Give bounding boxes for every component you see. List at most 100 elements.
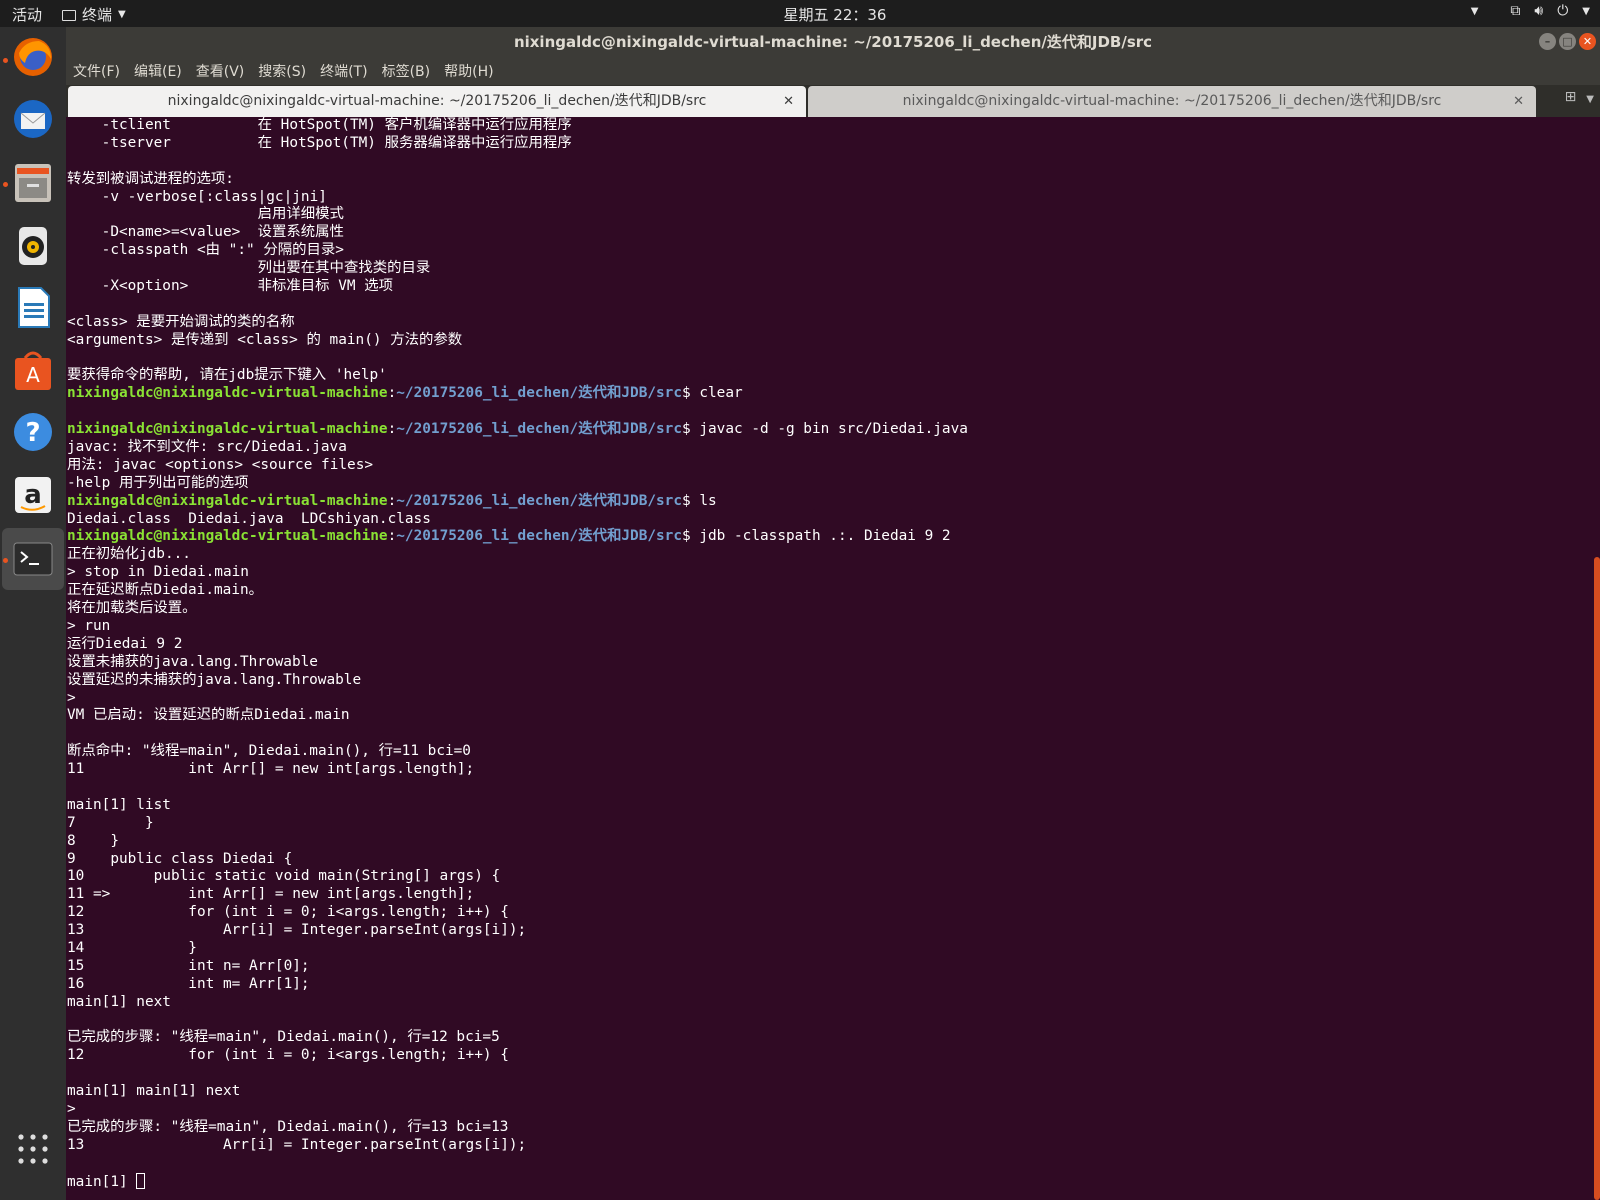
firefox-icon[interactable]: [9, 33, 57, 81]
line-text: VM 已启动: 设置延迟的断点Diedai.main: [67, 707, 350, 724]
line-text: 要获得命令的帮助, 请在jdb提示下键入 'help': [67, 367, 387, 384]
line-text: main[1] list: [67, 796, 171, 813]
tab-label: nixingaldc@nixingaldc-virtual-machine: ~…: [167, 93, 707, 109]
line-text: Diedai.class Diedai.java LDCshiyan.class: [67, 510, 431, 527]
prompt-command: $ jdb -classpath .:. Diedai 9 2: [682, 528, 951, 545]
line-text: main[1] main[1] next: [67, 1083, 241, 1100]
terminal-line: 14 }: [67, 940, 968, 958]
line-text: 已完成的步骤: "线程=main", Diedai.main(), 行=12 b…: [67, 1029, 500, 1046]
close-button[interactable]: ✕: [1579, 33, 1596, 50]
terminal-line: <class> 是要开始调试的类的名称: [67, 314, 968, 332]
terminal-app-icon[interactable]: [9, 535, 57, 583]
chevron-down-icon[interactable]: ▼: [1586, 89, 1594, 111]
menu-tabs[interactable]: 标签(B): [382, 61, 431, 81]
line-text: 列出要在其中查找类的目录: [67, 260, 431, 277]
tab-inactive[interactable]: nixingaldc@nixingaldc-virtual-machine: ~…: [808, 86, 1536, 117]
terminal-prompt-line: nixingaldc@nixingaldc-virtual-machine:~/…: [67, 385, 968, 403]
dock: A ? a: [0, 27, 66, 1200]
network-icon[interactable]: ⧉: [1510, 3, 1520, 19]
line-text: 7 }: [67, 814, 154, 831]
line-text: 已完成的步骤: "线程=main", Diedai.main(), 行=13 b…: [67, 1118, 509, 1135]
new-tab-icon[interactable]: ⊞: [1565, 89, 1577, 111]
menu-terminal[interactable]: 终端(T): [320, 61, 367, 81]
line-text: 正在延迟断点Diedai.main。: [67, 582, 264, 599]
prompt-path: ~/20175206_li_dechen/迭代和JDB/src: [396, 385, 683, 402]
line-text: 14 }: [67, 939, 197, 956]
chevron-down-icon[interactable]: ▼: [1582, 6, 1590, 17]
prompt-path: ~/20175206_li_dechen/迭代和JDB/src: [396, 528, 683, 545]
terminal-line: 7 }: [67, 815, 968, 833]
system-tray[interactable]: ▼ ⧉ 🔊︎ ⏻ ▼: [1471, 3, 1590, 19]
top-panel: 活动 终端 ▼ 星期五 22：36 ▼ ⧉ 🔊︎ ⏻ ▼: [0, 0, 1600, 27]
terminal-line: main[1] next: [67, 994, 968, 1012]
line-text: javac: 找不到文件: src/Diedai.java: [67, 439, 347, 456]
terminal-line: main[1] main[1] next: [67, 1083, 968, 1101]
line-text: -D<name>=<value> 设置系统属性: [67, 224, 344, 241]
ubuntu-software-icon[interactable]: A: [9, 346, 57, 394]
close-icon[interactable]: ✕: [783, 86, 794, 117]
tab-bar: nixingaldc@nixingaldc-virtual-machine: ~…: [66, 85, 1600, 117]
files-icon[interactable]: [9, 158, 57, 206]
chevron-down-icon[interactable]: ▼: [1471, 6, 1479, 17]
maximize-button[interactable]: □: [1559, 33, 1576, 50]
show-applications-icon[interactable]: [9, 1125, 57, 1173]
terminal-line: 运行Diedai 9 2: [67, 636, 968, 654]
minimize-button[interactable]: –: [1539, 33, 1556, 50]
menu-view[interactable]: 查看(V): [196, 61, 245, 81]
amazon-icon[interactable]: a: [9, 471, 57, 519]
terminal-line: 16 int m= Arr[1];: [67, 976, 968, 994]
line-text: 16 int m= Arr[1];: [67, 975, 310, 992]
running-indicator: [3, 182, 8, 187]
prompt-user: nixingaldc@nixingaldc-virtual-machine: [67, 492, 388, 509]
terminal-line: main[1]: [67, 1172, 968, 1191]
terminal-line: 转发到被调试进程的选项:: [67, 171, 968, 189]
menu-search[interactable]: 搜索(S): [258, 61, 306, 81]
terminal-output[interactable]: -tclient 在 HotSpot(TM) 客户机编译器中运行应用程序 -ts…: [66, 117, 1600, 1200]
tab-active[interactable]: nixingaldc@nixingaldc-virtual-machine: ~…: [68, 86, 806, 117]
help-icon[interactable]: ?: [9, 408, 57, 456]
window-titlebar[interactable]: nixingaldc@nixingaldc-virtual-machine: ~…: [66, 27, 1600, 57]
terminal-line: 12 for (int i = 0; i<args.length; i++) {: [67, 1047, 968, 1065]
terminal-line: -tserver 在 HotSpot(TM) 服务器编译器中运行应用程序: [67, 135, 968, 153]
line-text: 15 int n= Arr[0];: [67, 957, 310, 974]
menu-file[interactable]: 文件(F): [73, 61, 120, 81]
line-text: 9 public class Diedai {: [67, 850, 293, 867]
terminal-line: -D<name>=<value> 设置系统属性: [67, 224, 968, 242]
prompt-user: nixingaldc@nixingaldc-virtual-machine: [67, 528, 388, 545]
close-icon[interactable]: ✕: [1513, 86, 1524, 117]
scrollbar[interactable]: [1594, 557, 1600, 1200]
terminal-line: main[1] list: [67, 797, 968, 815]
terminal-line: -help 用于列出可能的选项: [67, 475, 968, 493]
prompt-separator: :: [387, 385, 397, 402]
rhythmbox-icon[interactable]: [9, 221, 57, 269]
terminal-line: 断点命中: "线程=main", Diedai.main(), 行=11 bci…: [67, 743, 968, 761]
volume-icon[interactable]: 🔊︎: [1534, 3, 1543, 19]
thunderbird-icon[interactable]: [9, 95, 57, 143]
prompt-path: ~/20175206_li_dechen/迭代和JDB/src: [396, 421, 683, 438]
prompt-command: $ clear: [682, 385, 743, 402]
terminal-line: 启用详细模式: [67, 206, 968, 224]
terminal-line: -X<option> 非标准目标 VM 选项: [67, 278, 968, 296]
terminal-line: 已完成的步骤: "线程=main", Diedai.main(), 行=12 b…: [67, 1029, 968, 1047]
line-text: 设置未捕获的java.lang.Throwable: [67, 653, 318, 670]
line-text: -tserver 在 HotSpot(TM) 服务器编译器中运行应用程序: [67, 134, 572, 151]
terminal-line: 13 Arr[i] = Integer.parseInt(args[i]);: [67, 1137, 968, 1155]
power-icon[interactable]: ⏻: [1557, 3, 1568, 19]
libreoffice-writer-icon[interactable]: [9, 283, 57, 331]
terminal-line: 将在加载类后设置。: [67, 600, 968, 618]
terminal-line: -v -verbose[:class|gc|jni]: [67, 189, 968, 207]
terminal-line: 已完成的步骤: "线程=main", Diedai.main(), 行=13 b…: [67, 1119, 968, 1137]
line-text: >: [67, 1100, 76, 1117]
menu-help[interactable]: 帮助(H): [444, 61, 493, 81]
svg-text:A: A: [26, 363, 40, 387]
clock[interactable]: 星期五 22：36: [0, 4, 1600, 25]
terminal-line: 列出要在其中查找类的目录: [67, 260, 968, 278]
terminal-line: 9 public class Diedai {: [67, 851, 968, 869]
running-indicator: [3, 58, 8, 63]
menu-edit[interactable]: 编辑(E): [134, 61, 182, 81]
terminal-line: 正在延迟断点Diedai.main。: [67, 582, 968, 600]
prompt-user: nixingaldc@nixingaldc-virtual-machine: [67, 421, 388, 438]
